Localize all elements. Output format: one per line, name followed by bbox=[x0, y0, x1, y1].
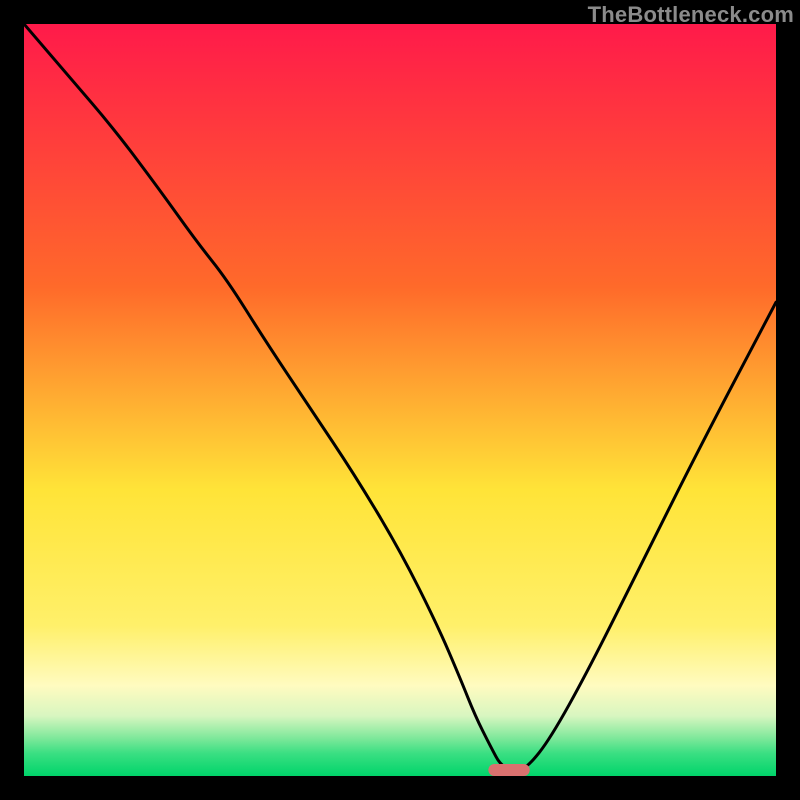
chart-frame bbox=[24, 24, 776, 776]
gradient-background bbox=[24, 24, 776, 776]
watermark-text: TheBottleneck.com bbox=[588, 2, 794, 28]
bottleneck-chart bbox=[24, 24, 776, 776]
optimal-marker bbox=[488, 764, 529, 776]
